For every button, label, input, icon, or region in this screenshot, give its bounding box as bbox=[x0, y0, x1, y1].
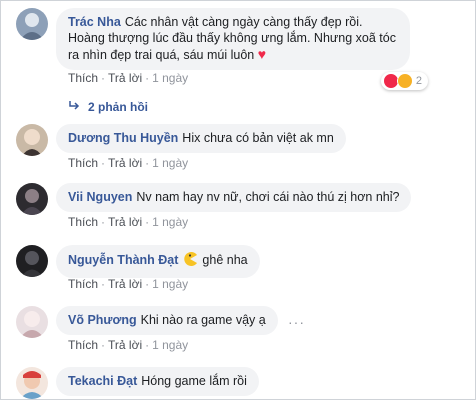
like-link[interactable]: Thích bbox=[68, 215, 98, 229]
more-options-icon[interactable]: ··· bbox=[288, 314, 305, 330]
comment-bubble: Tekachi Đạt Hóng game lắm rồi bbox=[56, 367, 259, 396]
author-name[interactable]: Trác Nha bbox=[68, 15, 121, 29]
reaction-count: 2 bbox=[415, 75, 422, 87]
comment-4: Nguyễn Thành Đạt ghê nha Thích · Trả lời · 1… bbox=[16, 245, 468, 295]
comment-bubble: Dương Thu Huyền Hix chưa có bản việt ak m… bbox=[56, 124, 346, 153]
comment-bubble: Trác Nha Các nhân vật càng ngày càng thấy… bbox=[56, 8, 410, 70]
timestamp[interactable]: 1 ngày bbox=[152, 338, 188, 352]
comment-text: Nv nam hay nv nữ, chơi cái nào thú zị hơ… bbox=[136, 190, 400, 204]
author-name[interactable]: Tekachi Đạt bbox=[68, 374, 137, 388]
author-name[interactable]: Vii Nguyen bbox=[68, 190, 132, 204]
comment-actions: Thích · Trả lời · 1 ngày bbox=[68, 156, 189, 170]
pacman-emoji-icon bbox=[182, 251, 198, 271]
comment-bubble: Vii Nguyen Nv nam hay nv nữ, chơi cái nào… bbox=[56, 183, 412, 212]
avatar[interactable] bbox=[16, 183, 48, 215]
like-link[interactable]: Thích bbox=[68, 277, 98, 291]
comment-text: Hóng game lắm rồi bbox=[141, 374, 247, 388]
timestamp[interactable]: 1 ngày bbox=[152, 277, 188, 291]
avatar[interactable] bbox=[16, 245, 48, 277]
reaction-summary[interactable]: 2 bbox=[380, 72, 428, 90]
author-name[interactable]: Dương Thu Huyền bbox=[68, 131, 178, 145]
timestamp[interactable]: 1 ngày bbox=[152, 156, 188, 170]
comment-text: Khi nào ra game vậy ạ bbox=[140, 313, 266, 327]
reply-link[interactable]: Trả lời bbox=[108, 215, 142, 229]
view-replies-link[interactable]: 2 phản hồi bbox=[68, 100, 148, 114]
comment-text: Hix chưa có bản việt ak mn bbox=[182, 131, 334, 145]
author-name[interactable]: Nguyễn Thành Đạt bbox=[68, 253, 178, 267]
haha-reaction-icon bbox=[396, 73, 413, 89]
reply-arrow-icon bbox=[68, 100, 80, 114]
avatar[interactable] bbox=[16, 306, 48, 338]
comment-bubble: Nguyễn Thành Đạt ghê nha bbox=[56, 245, 260, 278]
comment-3: Vii Nguyen Nv nam hay nv nữ, chơi cái nào… bbox=[16, 183, 468, 233]
avatar[interactable] bbox=[16, 8, 48, 40]
like-link[interactable]: Thích bbox=[68, 338, 98, 352]
like-link[interactable]: Thích bbox=[68, 71, 98, 85]
comment-bubble: Võ Phương Khi nào ra game vậy ạ bbox=[56, 306, 278, 335]
comment-1: Trác Nha Các nhân vật càng ngày càng thấy… bbox=[16, 8, 468, 118]
author-name[interactable]: Võ Phương bbox=[68, 313, 137, 327]
heart-emoji-icon: ♥ bbox=[257, 46, 267, 62]
comment-2: Dương Thu Huyền Hix chưa có bản việt ak m… bbox=[16, 124, 468, 174]
timestamp[interactable]: 1 ngày bbox=[152, 71, 188, 85]
comment-text: ghê nha bbox=[202, 253, 248, 267]
reply-link[interactable]: Trả lời bbox=[108, 71, 142, 85]
comment-actions: Thích · Trả lời · 1 ngày bbox=[68, 277, 189, 291]
comment-actions: Thích · Trả lời · 1 ngày bbox=[68, 338, 189, 352]
comment-actions: Thích · Trả lời · 1 ngày bbox=[68, 71, 189, 85]
reply-link[interactable]: Trả lời bbox=[108, 156, 142, 170]
comment-actions: Thích · Trả lời · 1 ngày bbox=[68, 215, 189, 229]
timestamp[interactable]: 1 ngày bbox=[152, 215, 188, 229]
avatar[interactable] bbox=[16, 367, 48, 399]
reply-link[interactable]: Trả lời bbox=[108, 338, 142, 352]
comment-6: Tekachi Đạt Hóng game lắm rồi bbox=[16, 367, 468, 400]
like-link[interactable]: Thích bbox=[68, 156, 98, 170]
avatar[interactable] bbox=[16, 124, 48, 156]
replies-count: 2 phản hồi bbox=[88, 100, 148, 114]
reply-link[interactable]: Trả lời bbox=[108, 277, 142, 291]
comment-5: Võ Phương Khi nào ra game vậy ạ ··· Thích… bbox=[16, 306, 468, 356]
